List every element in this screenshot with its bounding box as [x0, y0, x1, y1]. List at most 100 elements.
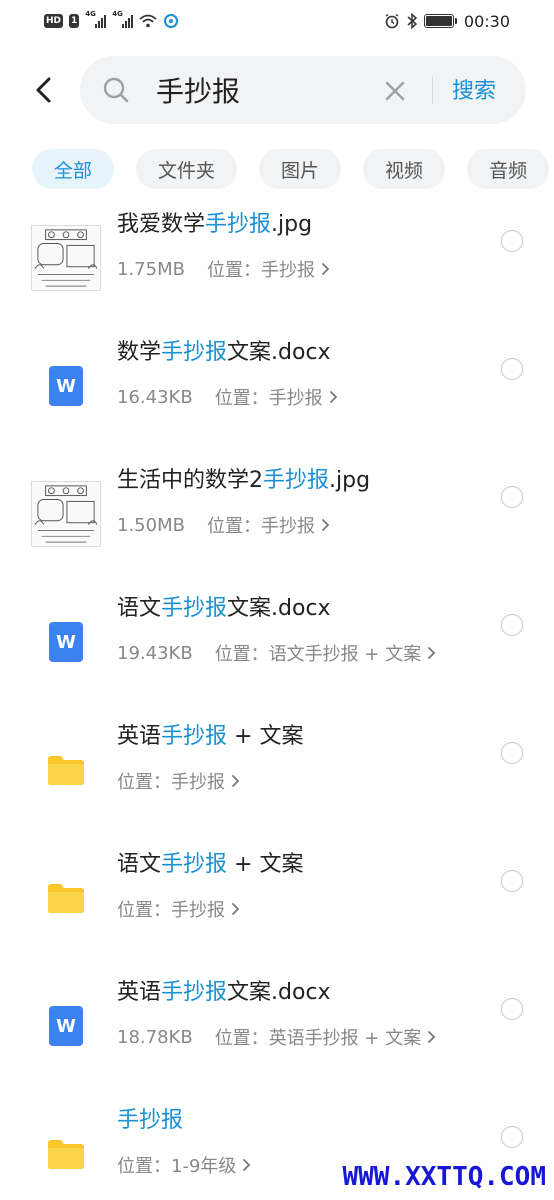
image-thumbnail	[30, 478, 102, 550]
location-link[interactable]: 手抄报	[269, 384, 323, 410]
location-label: 位置：	[117, 900, 171, 921]
result-meta: 位置： 手抄报	[117, 768, 241, 794]
keyword-highlight: 手抄报	[205, 212, 272, 237]
location-label: 位置：	[206, 516, 261, 537]
result-row[interactable]: 生活中的数学2手抄报.jpg 1.50MB 位置： 手抄报	[0, 454, 554, 582]
file-size: 1.75MB	[117, 258, 185, 280]
chevron-right-icon	[232, 775, 240, 787]
location-label: 位置：	[214, 644, 269, 665]
result-title: 我爱数学手抄报.jpg	[117, 212, 313, 237]
word-doc-icon: W	[30, 606, 102, 678]
file-size: 19.43KB	[117, 642, 193, 664]
back-arrow-icon[interactable]	[28, 74, 60, 106]
result-meta: 16.43KB 位置： 手抄报	[117, 384, 339, 410]
select-radio[interactable]	[501, 870, 523, 892]
word-doc-icon: W	[30, 990, 102, 1062]
chevron-right-icon	[322, 263, 330, 275]
location-link[interactable]: 英语手抄报 + 文案	[269, 1024, 422, 1050]
search-divider	[432, 76, 433, 104]
sim-badge: 1	[69, 14, 80, 28]
doc-glyph: W	[49, 366, 83, 406]
result-title: 生活中的数学2手抄报.jpg	[117, 468, 371, 493]
keyword-highlight: 手抄报	[117, 1108, 184, 1133]
tab-videos[interactable]: 视频	[363, 149, 446, 189]
location-link[interactable]: 手抄报	[171, 896, 225, 922]
watermark: WWW.XXTTQ.COM	[342, 1162, 547, 1192]
result-meta: 18.78KB 位置： 英语手抄报 + 文案	[117, 1024, 437, 1050]
tab-all[interactable]: 全部	[32, 149, 115, 189]
status-bar: HD 1 4G 4G 00:30	[0, 0, 554, 42]
result-row[interactable]: 英语手抄报 + 文案 位置： 手抄报	[0, 710, 554, 838]
file-size: 16.43KB	[117, 386, 193, 408]
search-button[interactable]: 搜索	[452, 73, 496, 105]
wifi-icon	[139, 14, 157, 28]
hd-badge: HD	[44, 14, 64, 28]
select-radio[interactable]	[501, 358, 523, 380]
cloud-sync-icon	[164, 14, 179, 28]
chevron-right-icon	[428, 1031, 436, 1043]
keyword-highlight: 手抄报	[161, 596, 228, 621]
status-left: HD 1 4G 4G	[44, 10, 179, 29]
search-header: 搜索	[0, 54, 554, 126]
doc-glyph: W	[49, 622, 83, 662]
clear-icon[interactable]	[382, 78, 408, 104]
bluetooth-icon	[407, 13, 418, 29]
folder-icon	[30, 734, 102, 806]
keyword-highlight: 手抄报	[263, 468, 330, 493]
result-title: 英语手抄报文案.docx	[117, 980, 331, 1005]
select-radio[interactable]	[501, 614, 523, 636]
chevron-right-icon	[232, 903, 240, 915]
result-row[interactable]: 语文手抄报 + 文案 位置： 手抄报	[0, 838, 554, 966]
file-size: 18.78KB	[117, 1026, 193, 1048]
folder-icon	[30, 862, 102, 934]
signal-icon-1: 4G	[85, 10, 107, 28]
result-meta: 位置： 手抄报	[117, 896, 241, 922]
search-box: 搜索	[80, 56, 526, 124]
filter-tabs: 全部 文件夹 图片 视频 音频	[32, 149, 550, 189]
location-label: 位置：	[214, 1028, 269, 1049]
select-radio[interactable]	[501, 742, 523, 764]
chevron-right-icon	[243, 1159, 251, 1171]
location-link[interactable]: 手抄报	[171, 768, 225, 794]
battery-icon	[423, 14, 457, 28]
result-row[interactable]: W 语文手抄报文案.docx 19.43KB 位置： 语文手抄报 + 文案	[0, 582, 554, 710]
tab-images[interactable]: 图片	[259, 149, 342, 189]
tab-audio[interactable]: 音频	[467, 149, 550, 189]
select-radio[interactable]	[501, 1126, 523, 1148]
keyword-highlight: 手抄报	[161, 980, 228, 1005]
doc-glyph: W	[49, 1006, 83, 1046]
result-row[interactable]: W 英语手抄报文案.docx 18.78KB 位置： 英语手抄报 + 文案	[0, 966, 554, 1094]
chevron-right-icon	[322, 519, 330, 531]
select-radio[interactable]	[501, 998, 523, 1020]
location-label: 位置：	[117, 772, 171, 793]
select-radio[interactable]	[501, 486, 523, 508]
result-meta: 位置： 1-9年级	[117, 1152, 252, 1178]
result-title: 语文手抄报文案.docx	[117, 596, 331, 621]
word-doc-icon: W	[30, 350, 102, 422]
result-title: 英语手抄报 + 文案	[117, 724, 304, 749]
location-link[interactable]: 手抄报	[261, 512, 315, 538]
result-row[interactable]: 我爱数学手抄报.jpg 1.75MB 位置： 手抄报	[0, 198, 554, 326]
location-link[interactable]: 1-9年级	[171, 1152, 236, 1178]
signal-icon-2: 4G	[112, 10, 134, 28]
status-right: 00:30	[384, 12, 510, 31]
chevron-right-icon	[428, 647, 436, 659]
result-meta: 1.50MB 位置： 手抄报	[117, 512, 331, 538]
location-label: 位置：	[206, 260, 261, 281]
result-list: 我爱数学手抄报.jpg 1.75MB 位置： 手抄报 W 数学手抄报文案.docx 16.4…	[0, 198, 554, 1200]
result-title: 语文手抄报 + 文案	[117, 852, 304, 877]
location-link[interactable]: 手抄报	[261, 256, 315, 282]
clock: 00:30	[463, 11, 510, 31]
result-title: 手抄报	[117, 1102, 183, 1134]
location-link[interactable]: 语文手抄报 + 文案	[269, 640, 422, 666]
keyword-highlight: 手抄报	[161, 852, 228, 877]
tab-folders[interactable]: 文件夹	[136, 149, 238, 189]
keyword-highlight: 手抄报	[161, 340, 228, 365]
result-meta: 1.75MB 位置： 手抄报	[117, 256, 331, 282]
result-meta: 19.43KB 位置： 语文手抄报 + 文案	[117, 640, 437, 666]
image-thumbnail	[30, 222, 102, 294]
keyword-highlight: 手抄报	[161, 724, 228, 749]
result-row[interactable]: W 数学手抄报文案.docx 16.43KB 位置： 手抄报	[0, 326, 554, 454]
alarm-icon	[385, 13, 399, 29]
select-radio[interactable]	[501, 230, 523, 252]
